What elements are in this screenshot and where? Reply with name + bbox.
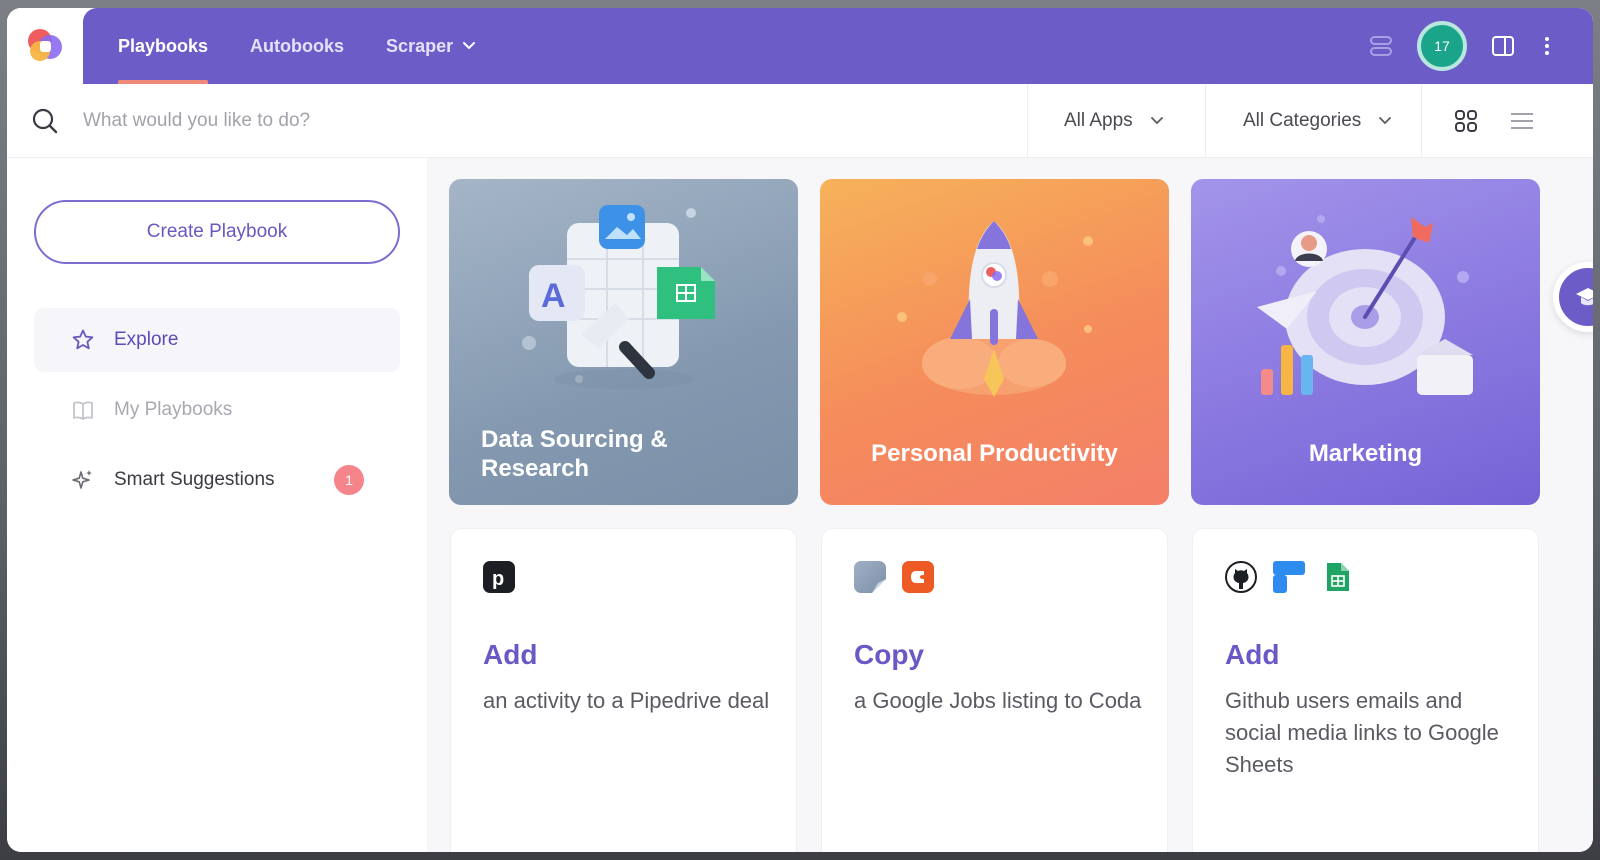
categories-filter-dropdown[interactable]: All Categories	[1205, 84, 1423, 158]
panel-toggle-button[interactable]	[1481, 24, 1525, 68]
categories-filter-label: All Categories	[1243, 110, 1362, 131]
graduation-cap-icon	[1576, 288, 1593, 306]
search-icon	[32, 108, 58, 134]
google-jobs-icon	[854, 561, 886, 593]
app-logo[interactable]	[7, 8, 83, 84]
list-view-icon[interactable]	[1508, 107, 1536, 135]
google-sheets-icon	[1321, 561, 1353, 593]
rocket-illustration	[897, 221, 1093, 397]
grid-view-icon[interactable]	[1452, 107, 1480, 135]
sidebar-item-my-playbooks[interactable]: My Playbooks	[34, 378, 400, 442]
star-icon	[70, 327, 96, 353]
tab-playbooks[interactable]: Playbooks	[97, 8, 229, 84]
category-title: Data Sourcing & Research	[481, 426, 668, 482]
playbook-action: Add	[1225, 639, 1280, 670]
create-playbook-label: Create Playbook	[146, 221, 288, 242]
notification-count-badge[interactable]: 17	[1417, 21, 1467, 71]
divider	[1421, 84, 1422, 158]
chevron-down-icon	[1150, 117, 1163, 125]
stack-button[interactable]	[1359, 24, 1403, 68]
playbook-description: Github users emails and social media lin…	[1225, 688, 1499, 777]
learn-floating-button[interactable]	[1553, 262, 1593, 332]
sidebar-item-explore[interactable]: Explore	[34, 308, 400, 372]
logo-icon	[28, 29, 62, 63]
tab-label: Autobooks	[250, 35, 345, 56]
main-navbar: Playbooks Autobooks Scraper 17	[83, 8, 1593, 84]
svg-text:A: A	[541, 277, 566, 315]
suggestions-badge: 1	[334, 465, 364, 495]
app-window: Playbooks Autobooks Scraper 17 What woul…	[7, 8, 1593, 852]
apps-filter-label: All Apps	[1064, 110, 1133, 131]
book-icon	[70, 397, 96, 423]
sidebar-item-label: My Playbooks	[114, 399, 233, 420]
playbook-card[interactable]: Copy a Google Jobs listing to Coda	[821, 528, 1168, 852]
more-options-button[interactable]	[1525, 24, 1569, 68]
playbook-description: a Google Jobs listing to Coda	[854, 688, 1142, 713]
sidebar-item-label: Smart Suggestions	[114, 469, 275, 490]
category-card-data-sourcing[interactable]: A Data Sourcing & Research	[449, 179, 798, 505]
side-panel-icon	[1492, 36, 1514, 56]
main-content: A Data Sourcing & Research Personal Prod…	[427, 158, 1593, 852]
category-title: Personal Productivity	[871, 440, 1118, 467]
playbook-description: an activity to a Pipedrive deal	[483, 688, 770, 713]
data-sourcing-illustration: A	[522, 205, 715, 389]
category-title: Marketing	[1308, 440, 1423, 467]
sparkle-icon	[70, 467, 96, 493]
notification-count: 17	[1434, 38, 1450, 54]
playbook-action: Copy	[854, 639, 924, 670]
navbar-actions: 17	[1359, 8, 1569, 84]
more-vertical-icon	[1545, 37, 1549, 55]
stack-icon	[1370, 36, 1392, 56]
chevron-down-icon	[463, 42, 476, 50]
search-bar: All Apps All Categories	[7, 84, 1593, 158]
sidebar: Create Playbook Explore My Playbooks Sma…	[7, 158, 427, 852]
tab-label: Playbooks	[118, 35, 209, 56]
category-card-personal-productivity[interactable]: Personal Productivity	[820, 179, 1169, 505]
apps-filter-dropdown[interactable]: All Apps	[1027, 84, 1207, 158]
playbook-app-icons	[1225, 561, 1369, 593]
marketing-illustration	[1257, 215, 1473, 395]
coda-icon	[902, 561, 934, 593]
tab-scraper[interactable]: Scraper	[365, 8, 496, 84]
top-bar: Playbooks Autobooks Scraper 17	[7, 8, 1593, 84]
tab-label: Scraper	[386, 35, 454, 56]
category-card-marketing[interactable]: Marketing	[1191, 179, 1540, 505]
github-icon	[1225, 561, 1257, 593]
search-input[interactable]	[83, 101, 1013, 141]
sidebar-item-label: Explore	[114, 329, 179, 350]
sidebar-item-smart-suggestions[interactable]: Smart Suggestions 1	[34, 448, 400, 512]
playbook-card[interactable]: p Add an activity to a Pipedrive deal	[450, 528, 797, 852]
pipedrive-icon: p	[483, 561, 515, 593]
tab-autobooks[interactable]: Autobooks	[229, 8, 365, 84]
playbook-card[interactable]: Add Github users emails and social media…	[1192, 528, 1539, 852]
create-playbook-button[interactable]: Create Playbook	[34, 200, 400, 264]
playbook-action: Add	[483, 639, 538, 670]
playbook-app-icons	[854, 561, 950, 593]
svg-text:p: p	[492, 568, 504, 590]
chevron-down-icon	[1379, 117, 1392, 125]
framer-icon	[1273, 561, 1305, 593]
playbook-app-icons: p	[483, 561, 531, 593]
